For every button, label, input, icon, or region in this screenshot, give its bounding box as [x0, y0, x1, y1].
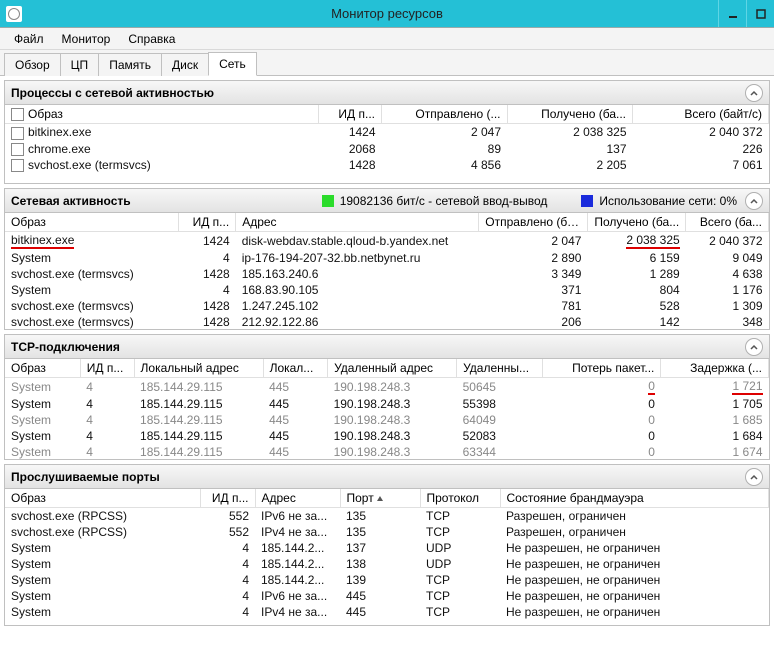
row-checkbox[interactable]	[11, 159, 24, 172]
table-row[interactable]: System4185.144.2...137UDPНе разрешен, не…	[5, 540, 769, 556]
section-tcp: TCP-подключения Образ ИД п... Локальный …	[4, 334, 770, 460]
chevron-up-icon[interactable]	[745, 192, 763, 210]
menu-bar: Файл Монитор Справка	[0, 28, 774, 50]
col-image[interactable]: Образ	[5, 213, 179, 232]
col-port[interactable]: Порт	[340, 489, 420, 508]
col-addr[interactable]: Адрес	[255, 489, 340, 508]
table-row[interactable]: System4168.83.90.1053718041 176	[5, 282, 769, 298]
tabs-bar: Обзор ЦП Память Диск Сеть	[0, 50, 774, 76]
col-pid[interactable]: ИД п...	[200, 489, 255, 508]
section-ports: Прослушиваемые порты Образ ИД п... Адрес…	[4, 464, 770, 626]
col-image[interactable]: Образ	[5, 489, 200, 508]
table-row[interactable]: bitkinex.exe14242 0472 038 3252 040 372	[5, 124, 769, 141]
legend-io-text: 19082136 бит/с - сетевой ввод-вывод	[340, 194, 548, 208]
section-tcp-title: TCP-подключения	[11, 340, 120, 354]
col-recv[interactable]: Получено (ба...	[507, 105, 633, 124]
col-pid[interactable]: ИД п...	[319, 105, 382, 124]
col-sent[interactable]: Отправлено (ба...	[479, 213, 588, 232]
menu-monitor[interactable]: Монитор	[54, 30, 119, 48]
minimize-button[interactable]	[718, 0, 746, 27]
section-ports-title: Прослушиваемые порты	[11, 470, 160, 484]
section-processes-header[interactable]: Процессы с сетевой активностью	[5, 81, 769, 105]
checkbox-all[interactable]	[11, 108, 24, 121]
title-bar: Монитор ресурсов	[0, 0, 774, 28]
table-row[interactable]: System4185.144.29.115445190.198.248.3640…	[5, 412, 769, 428]
col-laddr[interactable]: Локальный адрес	[134, 359, 263, 378]
legend-use-text: Использование сети: 0%	[599, 194, 737, 208]
tab-network[interactable]: Сеть	[208, 52, 257, 76]
table-row[interactable]: System4185.144.29.115445190.198.248.3506…	[5, 378, 769, 397]
table-row[interactable]: svchost.exe (termsvcs)14284 8562 2057 06…	[5, 157, 769, 173]
col-lat[interactable]: Задержка (...	[661, 359, 769, 378]
chevron-up-icon[interactable]	[745, 84, 763, 102]
table-row[interactable]: System4185.144.29.115445190.198.248.3520…	[5, 428, 769, 444]
activity-table[interactable]: Образ ИД п... Адрес Отправлено (ба... По…	[5, 213, 769, 329]
col-sent[interactable]: Отправлено (...	[382, 105, 508, 124]
col-raddr[interactable]: Удаленный адрес	[328, 359, 457, 378]
ports-table[interactable]: Образ ИД п... Адрес Порт Протокол Состоя…	[5, 489, 769, 620]
table-row[interactable]: System4ip-176-194-207-32.bb.netbynet.ru2…	[5, 250, 769, 266]
activity-legend: 19082136 бит/с - сетевой ввод-вывод Испо…	[322, 194, 737, 208]
legend-use-swatch	[581, 195, 593, 207]
chevron-up-icon[interactable]	[745, 468, 763, 486]
tab-memory[interactable]: Память	[98, 53, 162, 76]
section-tcp-header[interactable]: TCP-подключения	[5, 335, 769, 359]
table-row[interactable]: svchost.exe (termsvcs)14281.247.245.1027…	[5, 298, 769, 314]
table-row[interactable]: bitkinex.exe1424disk-webdav.stable.qloud…	[5, 232, 769, 251]
col-lport[interactable]: Локал...	[263, 359, 328, 378]
row-checkbox[interactable]	[11, 127, 24, 140]
col-pid[interactable]: ИД п...	[80, 359, 134, 378]
table-row[interactable]: System4IPv6 не за...445TCPНе разрешен, н…	[5, 588, 769, 604]
col-image[interactable]: Образ	[5, 105, 319, 124]
col-image[interactable]: Образ	[5, 359, 80, 378]
table-row[interactable]: System4185.144.2...138UDPНе разрешен, не…	[5, 556, 769, 572]
col-pid[interactable]: ИД п...	[179, 213, 236, 232]
col-loss[interactable]: Потерь пакет...	[543, 359, 661, 378]
col-fw[interactable]: Состояние брандмауэра	[500, 489, 769, 508]
row-checkbox[interactable]	[11, 143, 24, 156]
menu-help[interactable]: Справка	[120, 30, 183, 48]
section-activity: Сетевая активность 19082136 бит/с - сете…	[4, 188, 770, 330]
sort-asc-icon	[376, 491, 384, 505]
table-row[interactable]: svchost.exe (RPCSS)552IPv4 не за...135TC…	[5, 524, 769, 540]
tab-overview[interactable]: Обзор	[4, 53, 61, 76]
section-ports-header[interactable]: Прослушиваемые порты	[5, 465, 769, 489]
menu-file[interactable]: Файл	[6, 30, 52, 48]
col-recv[interactable]: Получено (ба...	[587, 213, 685, 232]
tab-cpu[interactable]: ЦП	[60, 53, 100, 76]
maximize-button[interactable]	[746, 0, 774, 27]
section-processes: Процессы с сетевой активностью Образ ИД …	[4, 80, 770, 184]
table-row[interactable]: System4185.144.2...139TCPНе разрешен, не…	[5, 572, 769, 588]
app-icon	[6, 6, 22, 22]
chevron-up-icon[interactable]	[745, 338, 763, 356]
section-activity-title: Сетевая активность	[11, 194, 131, 208]
table-row[interactable]: System4IPv4 не за...445TCPНе разрешен, н…	[5, 604, 769, 620]
table-row[interactable]: System4185.144.29.115445190.198.248.3553…	[5, 396, 769, 412]
tcp-table[interactable]: Образ ИД п... Локальный адрес Локал... У…	[5, 359, 769, 459]
col-total[interactable]: Всего (байт/с)	[633, 105, 769, 124]
window-buttons	[718, 0, 774, 27]
legend-io-swatch	[322, 195, 334, 207]
table-row[interactable]: svchost.exe (termsvcs)1428212.92.122.862…	[5, 314, 769, 329]
table-row[interactable]: svchost.exe (RPCSS)552IPv6 не за...135TC…	[5, 508, 769, 525]
col-proto[interactable]: Протокол	[420, 489, 500, 508]
window-title: Монитор ресурсов	[331, 6, 443, 21]
section-activity-header[interactable]: Сетевая активность 19082136 бит/с - сете…	[5, 189, 769, 213]
table-row[interactable]: chrome.exe206889137226	[5, 141, 769, 157]
col-total[interactable]: Всего (ба...	[686, 213, 769, 232]
table-row[interactable]: System4185.144.29.115445190.198.248.3633…	[5, 444, 769, 459]
processes-table[interactable]: Образ ИД п... Отправлено (... Получено (…	[5, 105, 769, 173]
tab-disk[interactable]: Диск	[161, 53, 209, 76]
col-rport[interactable]: Удаленны...	[457, 359, 543, 378]
section-processes-title: Процессы с сетевой активностью	[11, 86, 214, 100]
table-row[interactable]: svchost.exe (termsvcs)1428185.163.240.63…	[5, 266, 769, 282]
col-addr[interactable]: Адрес	[236, 213, 479, 232]
